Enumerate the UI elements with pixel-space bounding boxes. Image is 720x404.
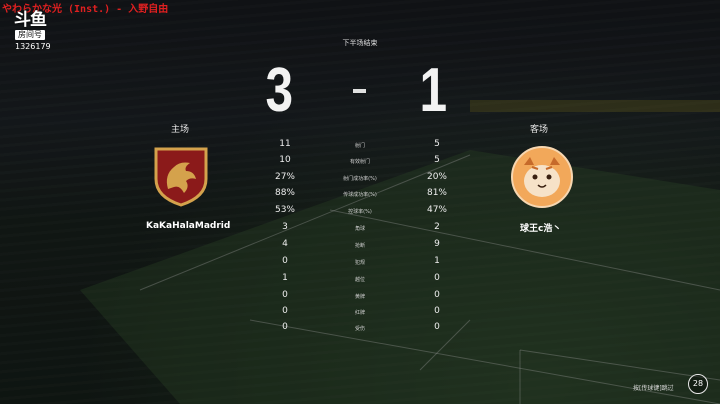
stat-home-value: 3 <box>282 222 288 232</box>
stat-away-value: 5 <box>434 139 440 149</box>
away-score: 1 <box>419 56 448 125</box>
stat-row: 0 犯规 1 <box>0 256 720 272</box>
stat-row: 0 黄牌 0 <box>0 290 720 306</box>
stat-away-value: 9 <box>434 239 440 249</box>
stat-home-value: 88% <box>274 188 295 198</box>
stat-home-value: 10 <box>279 155 291 165</box>
stat-label: 传球成功率(%) <box>343 192 377 198</box>
stat-row: 27% 射门成功率(%) 20% <box>0 172 720 188</box>
stat-label: 有效射门 <box>349 159 370 165</box>
stat-row: 3 角球 2 <box>0 222 720 238</box>
stat-row: 4 抢断 9 <box>0 239 720 255</box>
stat-away-value: 0 <box>434 290 440 300</box>
stat-away-value: 1 <box>434 256 440 266</box>
platform-logo-text: 斗鱼 <box>14 10 47 30</box>
stat-home-value: 11 <box>279 139 291 149</box>
stat-away-value: 47% <box>426 205 447 215</box>
stat-row: 88% 传球成功率(%) 81% <box>0 188 720 204</box>
stat-away-value: 20% <box>426 172 447 182</box>
stat-away-value: 0 <box>434 273 440 283</box>
stat-row: 0 受伤 0 <box>0 322 720 338</box>
stat-home-value: 27% <box>274 172 295 182</box>
stat-home-value: 4 <box>282 239 288 249</box>
stat-home-value: 53% <box>274 205 295 215</box>
stat-row: 1 越位 0 <box>0 273 720 289</box>
score-separator <box>353 89 366 93</box>
stat-label: 越位 <box>354 277 365 283</box>
stat-label: 射门 <box>354 143 365 149</box>
stat-away-value: 5 <box>434 155 440 165</box>
period-label: 下半场结束 <box>342 39 378 47</box>
stat-home-value: 0 <box>282 306 288 316</box>
skip-hint: 按[传球键]跳过 <box>633 385 674 392</box>
stat-label: 受伤 <box>354 326 365 332</box>
stat-label: 红牌 <box>354 310 365 316</box>
home-side-label: 主场 <box>171 125 190 135</box>
home-score: 3 <box>265 56 294 125</box>
skip-countdown-button[interactable]: 28 <box>688 374 708 394</box>
stat-away-value: 81% <box>426 188 447 198</box>
stat-label: 黄牌 <box>354 294 365 300</box>
stat-label: 射门成功率(%) <box>343 176 377 182</box>
stat-away-value: 2 <box>434 222 440 232</box>
stat-home-value: 1 <box>282 273 288 283</box>
stat-label: 角球 <box>354 226 365 232</box>
stat-row: 10 有效射门 5 <box>0 155 720 171</box>
stat-away-value: 0 <box>434 322 440 332</box>
stat-label: 犯规 <box>354 260 365 266</box>
stat-label: 控球率(%) <box>348 209 372 215</box>
stat-row: 11 射门 5 <box>0 139 720 155</box>
stat-home-value: 0 <box>282 290 288 300</box>
stat-home-value: 0 <box>282 322 288 332</box>
stat-label: 抢断 <box>354 243 365 249</box>
stat-row: 53% 控球率(%) 47% <box>0 205 720 221</box>
stat-row: 0 红牌 0 <box>0 306 720 322</box>
stat-away-value: 0 <box>434 306 440 316</box>
away-side-label: 客场 <box>530 125 549 135</box>
stat-home-value: 0 <box>282 256 288 266</box>
